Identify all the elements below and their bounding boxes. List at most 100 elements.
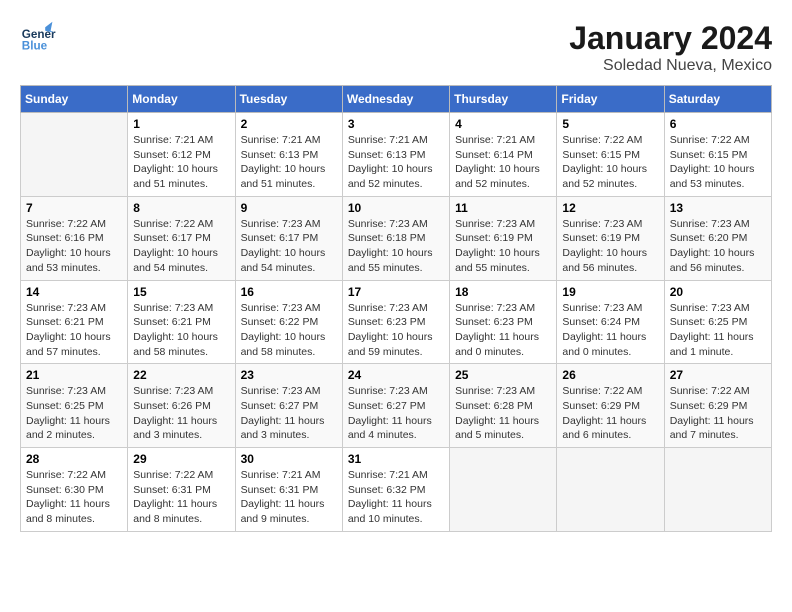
day-cell: 28 Sunrise: 7:22 AM Sunset: 6:30 PM Dayli… bbox=[21, 448, 128, 532]
day-cell: 22 Sunrise: 7:23 AM Sunset: 6:26 PM Dayli… bbox=[128, 364, 235, 448]
day-number: 30 bbox=[241, 452, 337, 466]
day-number: 12 bbox=[562, 201, 658, 215]
day-info: Sunrise: 7:23 AM Sunset: 6:23 PM Dayligh… bbox=[455, 301, 551, 360]
day-cell bbox=[557, 448, 664, 532]
day-number: 16 bbox=[241, 285, 337, 299]
day-cell: 12 Sunrise: 7:23 AM Sunset: 6:19 PM Dayli… bbox=[557, 196, 664, 280]
day-number: 14 bbox=[26, 285, 122, 299]
day-number: 25 bbox=[455, 368, 551, 382]
header-day-tuesday: Tuesday bbox=[235, 86, 342, 113]
day-number: 1 bbox=[133, 117, 229, 131]
day-number: 2 bbox=[241, 117, 337, 131]
day-number: 4 bbox=[455, 117, 551, 131]
week-row-2: 7 Sunrise: 7:22 AM Sunset: 6:16 PM Daylig… bbox=[21, 196, 772, 280]
day-number: 23 bbox=[241, 368, 337, 382]
day-cell: 8 Sunrise: 7:22 AM Sunset: 6:17 PM Daylig… bbox=[128, 196, 235, 280]
day-number: 13 bbox=[670, 201, 766, 215]
day-info: Sunrise: 7:22 AM Sunset: 6:30 PM Dayligh… bbox=[26, 468, 122, 527]
day-cell: 2 Sunrise: 7:21 AM Sunset: 6:13 PM Daylig… bbox=[235, 113, 342, 197]
day-info: Sunrise: 7:23 AM Sunset: 6:20 PM Dayligh… bbox=[670, 217, 766, 276]
header-day-friday: Friday bbox=[557, 86, 664, 113]
week-row-1: 1Sunrise: 7:21 AM Sunset: 6:12 PM Daylig… bbox=[21, 113, 772, 197]
header-day-saturday: Saturday bbox=[664, 86, 771, 113]
day-info: Sunrise: 7:21 AM Sunset: 6:13 PM Dayligh… bbox=[241, 133, 337, 192]
day-cell: 9Sunrise: 7:23 AM Sunset: 6:17 PM Daylig… bbox=[235, 196, 342, 280]
day-info: Sunrise: 7:23 AM Sunset: 6:23 PM Dayligh… bbox=[348, 301, 444, 360]
day-number: 5 bbox=[562, 117, 658, 131]
day-number: 9 bbox=[241, 201, 337, 215]
day-info: Sunrise: 7:23 AM Sunset: 6:21 PM Dayligh… bbox=[133, 301, 229, 360]
header-day-wednesday: Wednesday bbox=[342, 86, 449, 113]
day-cell: 15 Sunrise: 7:23 AM Sunset: 6:21 PM Dayli… bbox=[128, 280, 235, 364]
day-number: 15 bbox=[133, 285, 229, 299]
day-cell: 19 Sunrise: 7:23 AM Sunset: 6:24 PM Dayli… bbox=[557, 280, 664, 364]
week-row-4: 21Sunrise: 7:23 AM Sunset: 6:25 PM Dayli… bbox=[21, 364, 772, 448]
day-cell: 10Sunrise: 7:23 AM Sunset: 6:18 PM Dayli… bbox=[342, 196, 449, 280]
day-info: Sunrise: 7:23 AM Sunset: 6:25 PM Dayligh… bbox=[26, 384, 122, 443]
day-cell: 25 Sunrise: 7:23 AM Sunset: 6:28 PM Dayli… bbox=[450, 364, 557, 448]
day-number: 27 bbox=[670, 368, 766, 382]
day-info: Sunrise: 7:22 AM Sunset: 6:17 PM Dayligh… bbox=[133, 217, 229, 276]
day-cell: 31 Sunrise: 7:21 AM Sunset: 6:32 PM Dayli… bbox=[342, 448, 449, 532]
title-block: January 2024 Soledad Nueva, Mexico bbox=[569, 20, 772, 75]
day-cell: 7 Sunrise: 7:22 AM Sunset: 6:16 PM Daylig… bbox=[21, 196, 128, 280]
day-info: Sunrise: 7:23 AM Sunset: 6:19 PM Dayligh… bbox=[455, 217, 551, 276]
day-number: 7 bbox=[26, 201, 122, 215]
day-info: Sunrise: 7:22 AM Sunset: 6:15 PM Dayligh… bbox=[562, 133, 658, 192]
svg-text:Blue: Blue bbox=[22, 40, 48, 53]
day-cell: 11 Sunrise: 7:23 AM Sunset: 6:19 PM Dayli… bbox=[450, 196, 557, 280]
day-cell: 3Sunrise: 7:21 AM Sunset: 6:13 PM Daylig… bbox=[342, 113, 449, 197]
day-cell: 29Sunrise: 7:22 AM Sunset: 6:31 PM Dayli… bbox=[128, 448, 235, 532]
day-info: Sunrise: 7:22 AM Sunset: 6:15 PM Dayligh… bbox=[670, 133, 766, 192]
day-cell: 17 Sunrise: 7:23 AM Sunset: 6:23 PM Dayli… bbox=[342, 280, 449, 364]
day-cell: 26 Sunrise: 7:22 AM Sunset: 6:29 PM Dayli… bbox=[557, 364, 664, 448]
day-number: 31 bbox=[348, 452, 444, 466]
day-number: 3 bbox=[348, 117, 444, 131]
day-number: 19 bbox=[562, 285, 658, 299]
day-info: Sunrise: 7:23 AM Sunset: 6:28 PM Dayligh… bbox=[455, 384, 551, 443]
page-header: General Blue January 2024 Soledad Nueva,… bbox=[20, 20, 772, 75]
day-info: Sunrise: 7:22 AM Sunset: 6:31 PM Dayligh… bbox=[133, 468, 229, 527]
day-number: 17 bbox=[348, 285, 444, 299]
day-cell: 13 Sunrise: 7:23 AM Sunset: 6:20 PM Dayli… bbox=[664, 196, 771, 280]
day-cell: 14Sunrise: 7:23 AM Sunset: 6:21 PM Dayli… bbox=[21, 280, 128, 364]
day-cell: 20Sunrise: 7:23 AM Sunset: 6:25 PM Dayli… bbox=[664, 280, 771, 364]
day-info: Sunrise: 7:23 AM Sunset: 6:19 PM Dayligh… bbox=[562, 217, 658, 276]
page-subtitle: Soledad Nueva, Mexico bbox=[569, 57, 772, 75]
day-cell: 21Sunrise: 7:23 AM Sunset: 6:25 PM Dayli… bbox=[21, 364, 128, 448]
day-cell bbox=[664, 448, 771, 532]
day-info: Sunrise: 7:23 AM Sunset: 6:26 PM Dayligh… bbox=[133, 384, 229, 443]
day-number: 26 bbox=[562, 368, 658, 382]
day-info: Sunrise: 7:21 AM Sunset: 6:31 PM Dayligh… bbox=[241, 468, 337, 527]
week-row-5: 28 Sunrise: 7:22 AM Sunset: 6:30 PM Dayli… bbox=[21, 448, 772, 532]
day-cell: 24 Sunrise: 7:23 AM Sunset: 6:27 PM Dayli… bbox=[342, 364, 449, 448]
header-day-sunday: Sunday bbox=[21, 86, 128, 113]
day-cell: 18 Sunrise: 7:23 AM Sunset: 6:23 PM Dayli… bbox=[450, 280, 557, 364]
day-info: Sunrise: 7:22 AM Sunset: 6:16 PM Dayligh… bbox=[26, 217, 122, 276]
calendar-body: 1Sunrise: 7:21 AM Sunset: 6:12 PM Daylig… bbox=[21, 113, 772, 532]
header-day-monday: Monday bbox=[128, 86, 235, 113]
day-info: Sunrise: 7:23 AM Sunset: 6:27 PM Dayligh… bbox=[348, 384, 444, 443]
day-info: Sunrise: 7:22 AM Sunset: 6:29 PM Dayligh… bbox=[562, 384, 658, 443]
logo: General Blue bbox=[20, 20, 56, 56]
calendar-header: SundayMondayTuesdayWednesdayThursdayFrid… bbox=[21, 86, 772, 113]
day-cell: 30 Sunrise: 7:21 AM Sunset: 6:31 PM Dayli… bbox=[235, 448, 342, 532]
logo-icon: General Blue bbox=[20, 20, 56, 56]
day-number: 22 bbox=[133, 368, 229, 382]
day-info: Sunrise: 7:23 AM Sunset: 6:24 PM Dayligh… bbox=[562, 301, 658, 360]
header-row: SundayMondayTuesdayWednesdayThursdayFrid… bbox=[21, 86, 772, 113]
header-day-thursday: Thursday bbox=[450, 86, 557, 113]
day-number: 11 bbox=[455, 201, 551, 215]
day-number: 28 bbox=[26, 452, 122, 466]
calendar-table: SundayMondayTuesdayWednesdayThursdayFrid… bbox=[20, 85, 772, 532]
day-info: Sunrise: 7:21 AM Sunset: 6:32 PM Dayligh… bbox=[348, 468, 444, 527]
day-cell bbox=[450, 448, 557, 532]
day-number: 24 bbox=[348, 368, 444, 382]
page-title: January 2024 bbox=[569, 20, 772, 57]
day-cell: 16Sunrise: 7:23 AM Sunset: 6:22 PM Dayli… bbox=[235, 280, 342, 364]
day-cell bbox=[21, 113, 128, 197]
day-number: 6 bbox=[670, 117, 766, 131]
day-number: 8 bbox=[133, 201, 229, 215]
day-number: 18 bbox=[455, 285, 551, 299]
day-number: 10 bbox=[348, 201, 444, 215]
